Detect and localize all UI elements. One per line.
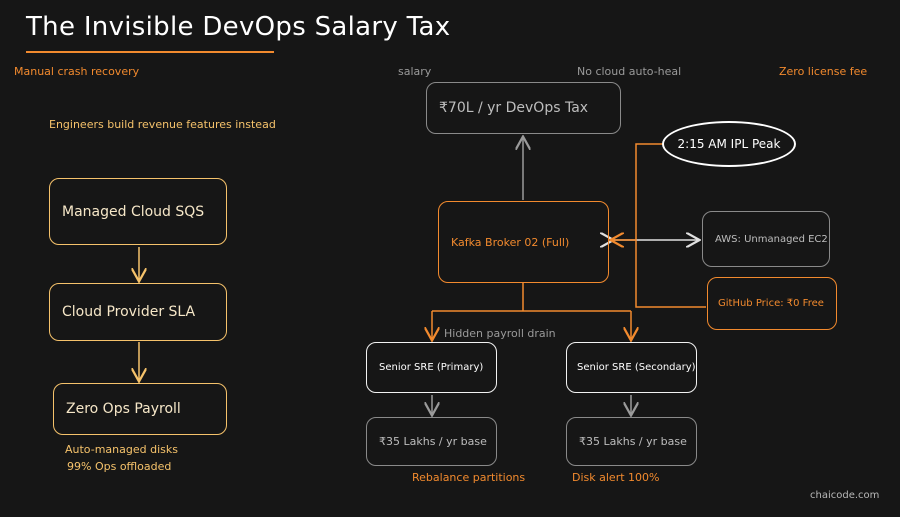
note-rebalance-partitions: Rebalance partitions: [412, 471, 526, 484]
node-cloud-provider-sla: Cloud Provider SLA: [49, 283, 227, 341]
node-ipl-peak: 2:15 AM IPL Peak: [662, 121, 796, 167]
note-engineers-build: Engineers build revenue features instead: [49, 118, 276, 131]
note-zero-license-fee: Zero license fee: [779, 65, 868, 78]
note-salary: salary: [398, 65, 432, 78]
node-github-price: GitHub Price: ₹0 Free: [707, 277, 837, 330]
node-label: GitHub Price: ₹0 Free: [718, 298, 824, 309]
node-sre-primary-cost: ₹35 Lakhs / yr base: [366, 417, 497, 466]
split-kafka-to-sres: [432, 283, 631, 312]
node-sre-secondary: Senior SRE (Secondary): [566, 342, 697, 393]
note-hidden-payroll-drain: Hidden payroll drain: [444, 327, 556, 340]
node-label: AWS: Unmanaged EC2: [715, 233, 828, 245]
note-no-cloud-auto-heal: No cloud auto-heal: [577, 65, 682, 78]
node-devops-tax: ₹70L / yr DevOps Tax: [426, 82, 621, 134]
node-sre-secondary-cost: ₹35 Lakhs / yr base: [566, 417, 697, 466]
node-label: Cloud Provider SLA: [62, 304, 196, 320]
node-label: ₹70L / yr DevOps Tax: [439, 100, 589, 116]
node-sre-primary: Senior SRE (Primary): [366, 342, 497, 393]
node-label: ₹35 Lakhs / yr base: [379, 435, 487, 448]
node-label: ₹35 Lakhs / yr base: [579, 435, 687, 448]
node-aws-ec2: AWS: Unmanaged EC2: [702, 211, 830, 267]
note-ops-offloaded: 99% Ops offloaded: [67, 460, 172, 473]
node-label: 2:15 AM IPL Peak: [677, 137, 781, 151]
node-label: Senior SRE (Primary): [379, 362, 484, 373]
node-label: Senior SRE (Secondary): [577, 362, 696, 373]
node-label: Managed Cloud SQS: [62, 203, 205, 220]
watermark: chaicode.com: [810, 490, 880, 501]
note-disk-alert: Disk alert 100%: [572, 471, 660, 484]
node-kafka-broker: Kafka Broker 02 (Full): [438, 201, 609, 283]
node-label: Zero Ops Payroll: [66, 401, 181, 417]
note-auto-managed-disks: Auto-managed disks: [65, 443, 178, 456]
note-manual-crash-recovery: Manual crash recovery: [14, 65, 140, 78]
node-zero-ops-payroll: Zero Ops Payroll: [53, 383, 227, 435]
page-title: The Invisible DevOps Salary Tax: [26, 12, 451, 42]
node-managed-cloud-sqs: Managed Cloud SQS: [49, 178, 227, 245]
node-label: Kafka Broker 02 (Full): [451, 235, 570, 249]
bracket-ipl-github-kafka: [635, 143, 706, 308]
